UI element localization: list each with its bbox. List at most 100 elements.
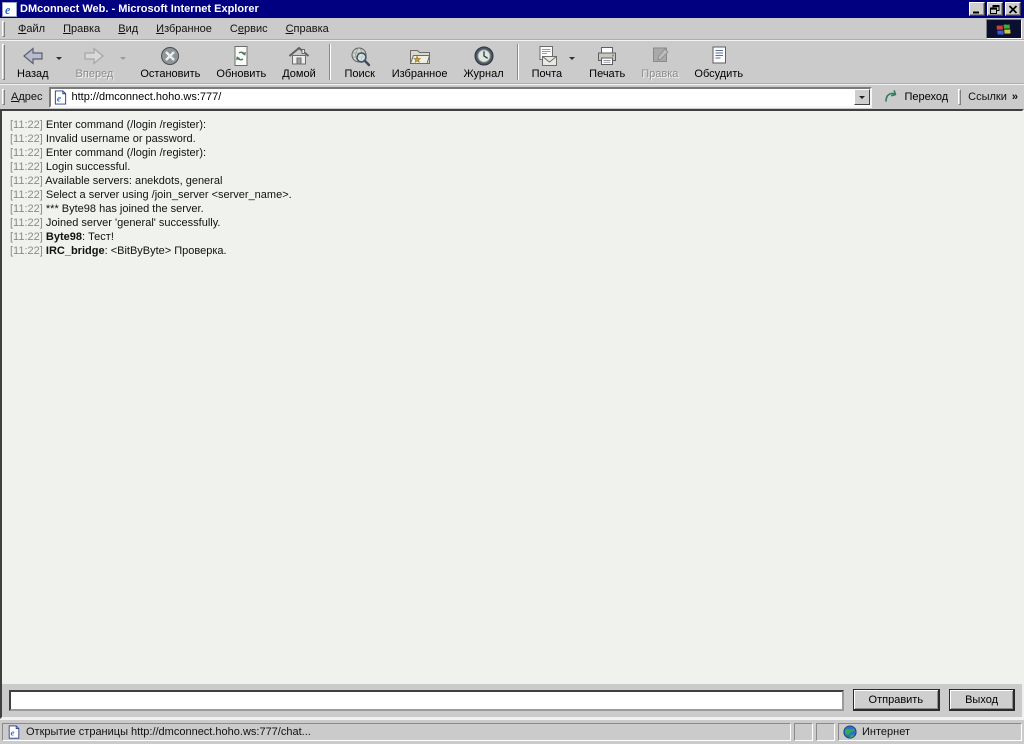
message-input[interactable]	[9, 690, 844, 711]
toolbar-button-back[interactable]: Назад	[9, 41, 68, 83]
status-page-icon: e	[7, 725, 21, 739]
chat-message: [11:22] Login successful.	[10, 160, 1014, 174]
message-text: Invalid username or password.	[46, 133, 196, 145]
toolbar-button-forward[interactable]: Вперед	[68, 41, 133, 83]
dropdown-chevron-icon[interactable]	[569, 57, 575, 63]
toolbar-separator	[329, 44, 331, 80]
menu-item-tools[interactable]: Сервис	[221, 20, 277, 38]
chat-message: [11:22] Enter command (/login /register)…	[10, 146, 1014, 160]
menu-item-help[interactable]: Справка	[277, 20, 338, 38]
minimize-button[interactable]	[969, 2, 985, 16]
toolbar-button-print[interactable]: Печать	[581, 41, 633, 83]
toolbar-label: Печать	[589, 68, 625, 80]
address-input[interactable]	[72, 90, 855, 105]
chat-log: [11:22] Enter command (/login /register)…	[2, 111, 1022, 684]
timestamp: [11:22]	[10, 217, 43, 229]
refresh-icon	[230, 44, 252, 67]
ie-window-icon: e	[2, 2, 17, 17]
links-label[interactable]: Ссылки	[965, 91, 1010, 103]
chat-message: [11:22] *** Byte98 has joined the server…	[10, 202, 1014, 216]
message-text: : Тест!	[82, 231, 114, 243]
exit-button[interactable]: Выход	[949, 689, 1015, 711]
chat-message: [11:22] Invalid username or password.	[10, 132, 1014, 146]
message-text: *** Byte98 has joined the server.	[46, 203, 204, 215]
message-text: Select a server using /join_server <serv…	[46, 189, 292, 201]
toolbar-label: Назад	[17, 68, 49, 80]
message-text: Enter command (/login /register):	[46, 147, 206, 159]
close-button[interactable]	[1005, 2, 1021, 16]
address-dropdown-button[interactable]	[854, 89, 870, 105]
send-button[interactable]: Отправить	[853, 689, 941, 711]
timestamp: [11:22]	[10, 119, 43, 131]
address-label: Адрес	[9, 91, 49, 103]
message-text: Login successful.	[46, 161, 130, 173]
history-icon	[473, 44, 495, 67]
toolbar-label: Журнал	[463, 68, 503, 80]
menu-item-file[interactable]: Файл	[9, 20, 54, 38]
message-composer: Отправить Выход	[2, 684, 1022, 717]
toolbar-label: Домой	[282, 68, 316, 80]
status-zone-pane: Интернет	[838, 723, 1022, 741]
home-icon	[288, 44, 310, 67]
timestamp: [11:22]	[10, 175, 43, 187]
chat-message: [11:22] Joined server 'general' successf…	[10, 216, 1014, 230]
dropdown-chevron-icon[interactable]	[56, 57, 62, 63]
toolbar-label: Поиск	[344, 68, 374, 80]
links-chevron-icon[interactable]: »	[1010, 91, 1022, 103]
search-icon	[349, 44, 371, 67]
chat-message: [11:22] Select a server using /join_serv…	[10, 188, 1014, 202]
svg-text:e: e	[5, 2, 11, 16]
go-button[interactable]: Переход	[876, 86, 956, 109]
globe-icon	[843, 725, 857, 739]
menu-item-favorites[interactable]: Избранное	[147, 20, 221, 38]
page-icon: e	[53, 90, 68, 105]
toolbar-button-history[interactable]: Журнал	[455, 41, 511, 83]
dropdown-chevron-icon[interactable]	[120, 57, 126, 63]
toolbar-button-refresh[interactable]: Обновить	[208, 41, 274, 83]
toolbar-label: Обновить	[216, 68, 266, 80]
menu-item-view[interactable]: Вид	[109, 20, 147, 38]
favorites-icon	[409, 44, 431, 67]
toolbar-button-home[interactable]: Домой	[274, 41, 324, 83]
menu-item-edit[interactable]: Правка	[54, 20, 109, 38]
browser-viewport: [11:22] Enter command (/login /register)…	[0, 109, 1024, 719]
toolbar-button-discuss[interactable]: Обсудить	[686, 41, 751, 83]
menu-row: ФайлПравкаВидИзбранноеСервисСправка	[0, 18, 1024, 40]
status-bar: e Открытие страницы http://dmconnect.hoh…	[0, 719, 1024, 744]
toolbar-button-favorites[interactable]: Избранное	[384, 41, 456, 83]
menu-grip[interactable]	[2, 21, 5, 37]
chevron-down-icon	[859, 96, 865, 102]
message-text: Joined server 'general' successfully.	[46, 217, 221, 229]
username: IRC_bridge	[46, 245, 105, 257]
toolbar-label: Почта	[532, 68, 563, 80]
timestamp: [11:22]	[10, 245, 43, 257]
addressbar-grip[interactable]	[2, 89, 5, 105]
links-grip[interactable]	[958, 89, 961, 105]
back-icon	[22, 44, 44, 67]
toolbar-label: Обсудить	[694, 68, 743, 80]
address-combo: e	[49, 87, 873, 108]
username: Byte98	[46, 231, 82, 243]
toolbar-button-mail[interactable]: Почта	[524, 41, 582, 83]
toolbar-button-stop[interactable]: Остановить	[132, 41, 208, 83]
restore-button[interactable]	[987, 2, 1003, 16]
window-title: DMconnect Web. - Microsoft Internet Expl…	[20, 3, 966, 15]
toolbar-label: Вперед	[76, 68, 114, 80]
message-text: Available servers: anekdots, general	[45, 175, 222, 187]
status-message-pane: e Открытие страницы http://dmconnect.hoh…	[2, 723, 791, 741]
toolbar-label: Остановить	[140, 68, 200, 80]
title-bar[interactable]: e DMconnect Web. - Microsoft Internet Ex…	[0, 0, 1024, 18]
message-text: : <BitByByte> Проверка.	[105, 245, 227, 257]
status-text: Открытие страницы http://dmconnect.hoho.…	[26, 726, 311, 738]
toolbar-label: Избранное	[392, 68, 448, 80]
forward-icon	[83, 44, 105, 67]
address-bar: Адрес e Переход Ссылки »	[0, 84, 1024, 109]
toolbar-button-search[interactable]: Поиск	[336, 41, 384, 83]
toolbar-separator	[517, 44, 519, 80]
status-pane-2	[816, 723, 835, 741]
toolbar-button-edit[interactable]: Правка	[633, 41, 686, 83]
message-text: Enter command (/login /register):	[46, 119, 206, 131]
go-label: Переход	[904, 91, 948, 103]
timestamp: [11:22]	[10, 133, 43, 145]
toolbar-grip[interactable]	[2, 44, 5, 80]
